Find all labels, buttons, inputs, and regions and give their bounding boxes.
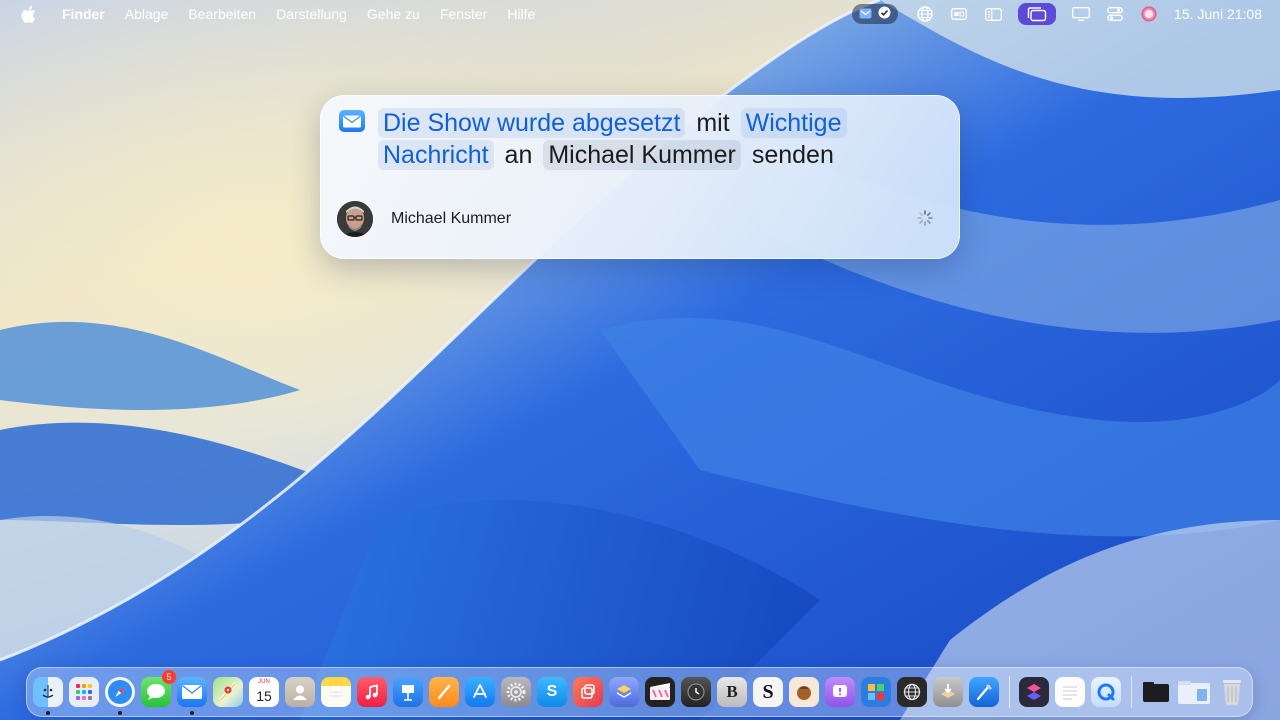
sentence-word-an: an: [504, 141, 533, 169]
menu-bearbeiten[interactable]: Bearbeiten: [178, 0, 266, 28]
music-icon[interactable]: [357, 677, 387, 707]
dock-items: 5 JUN 15 S B S: [33, 670, 1253, 715]
menu-gehe-zu[interactable]: Gehe zu: [357, 0, 430, 28]
shortcut-sentence: Die Show wurde abgesetzt mit Wichtige Na…: [378, 107, 944, 171]
mail-icon[interactable]: [177, 677, 207, 715]
squirrel-icon[interactable]: [789, 677, 819, 707]
tv-icon[interactable]: [681, 677, 711, 707]
dock-separator: [1009, 676, 1010, 708]
installer-icon[interactable]: [933, 677, 963, 707]
message-parameter[interactable]: Die Show wurde abgesetzt: [378, 108, 686, 138]
menu-ablage[interactable]: Ablage: [115, 0, 179, 28]
loading-spinner-icon: [916, 209, 934, 227]
send-mail-shortcut-card: Die Show wurde abgesetzt mit Wichtige Na…: [320, 95, 960, 259]
running-indicator: [190, 711, 194, 715]
final-cut-icon[interactable]: [645, 677, 675, 707]
unread-badge: 5: [162, 670, 176, 684]
maps-icon[interactable]: [213, 677, 243, 707]
mail-app-icon: [339, 110, 365, 132]
running-indicator: [46, 711, 50, 715]
sentence-word-senden: senden: [751, 141, 834, 169]
menu-darstellung[interactable]: Darstellung: [266, 0, 357, 28]
shortcut-running-indicator[interactable]: [852, 4, 899, 24]
dock-separator: [1131, 676, 1132, 708]
scrivener-glyph: S: [762, 680, 774, 703]
messages-icon[interactable]: 5: [141, 670, 176, 707]
terminal-folder-icon[interactable]: [1141, 677, 1171, 707]
bbedit-glyph: B: [726, 682, 738, 701]
calendar-day: 15: [256, 687, 272, 704]
scrivener-icon[interactable]: S: [753, 677, 783, 707]
keynote-icon[interactable]: [393, 677, 423, 707]
affinity-icon[interactable]: [573, 677, 603, 707]
skype-icon[interactable]: S: [537, 677, 567, 707]
xcode-icon[interactable]: [969, 677, 999, 707]
downloads-folder-icon[interactable]: [1177, 677, 1211, 707]
notes-icon[interactable]: [321, 677, 351, 707]
control-center-icon[interactable]: [1104, 3, 1126, 25]
stack-icon[interactable]: [609, 677, 639, 707]
menu-fenster[interactable]: Fenster: [430, 0, 497, 28]
safari-icon[interactable]: [105, 677, 135, 715]
menu-clock[interactable]: 15. Juni 21:08: [1174, 6, 1262, 22]
calendar-month: JUN: [258, 679, 270, 685]
skype-glyph: S: [546, 683, 558, 700]
textedit-icon[interactable]: [1055, 677, 1085, 707]
contacts-icon[interactable]: [285, 677, 315, 707]
trash-icon[interactable]: [1217, 677, 1247, 707]
menu-hilfe[interactable]: Hilfe: [497, 0, 545, 28]
dock: 5 JUN 15 S B S: [26, 667, 1253, 717]
app-store-icon[interactable]: [465, 677, 495, 707]
sidebar-icon[interactable]: [982, 3, 1004, 25]
recipient-avatar: [337, 201, 373, 237]
screen-mirroring-icon[interactable]: [1070, 3, 1092, 25]
display-icon[interactable]: [948, 3, 970, 25]
menu-app-finder[interactable]: Finder: [52, 0, 115, 28]
sentence-word-mit: mit: [696, 109, 730, 137]
collage-icon[interactable]: [861, 677, 891, 707]
siri-icon[interactable]: [1138, 3, 1160, 25]
globe-icon[interactable]: [914, 3, 936, 25]
calendar-icon[interactable]: JUN 15: [249, 677, 279, 707]
quicktime-icon[interactable]: [1091, 677, 1121, 707]
recipient-name: Michael Kummer: [391, 210, 512, 227]
shortcuts-app-icon[interactable]: [1019, 677, 1049, 707]
bbedit-icon[interactable]: B: [717, 677, 747, 707]
finder-icon[interactable]: [33, 677, 63, 715]
stage-manager-icon[interactable]: [1018, 3, 1057, 25]
network-globe-icon[interactable]: [897, 677, 927, 707]
shortcuts-status-icon: [859, 6, 872, 22]
apple-menu-icon[interactable]: [17, 3, 39, 25]
recipient-parameter[interactable]: Michael Kummer: [543, 140, 741, 170]
notification-icon[interactable]: [825, 677, 855, 707]
running-indicator: [118, 711, 122, 715]
menu-bar: Finder Ablage Bearbeiten Darstellung Geh…: [0, 0, 1280, 28]
recipient-row[interactable]: Michael Kummer: [337, 201, 511, 237]
system-settings-icon[interactable]: [501, 677, 531, 707]
launchpad-icon[interactable]: [69, 677, 99, 707]
checkmark-status-icon: [878, 6, 891, 22]
pages-icon[interactable]: [429, 677, 459, 707]
